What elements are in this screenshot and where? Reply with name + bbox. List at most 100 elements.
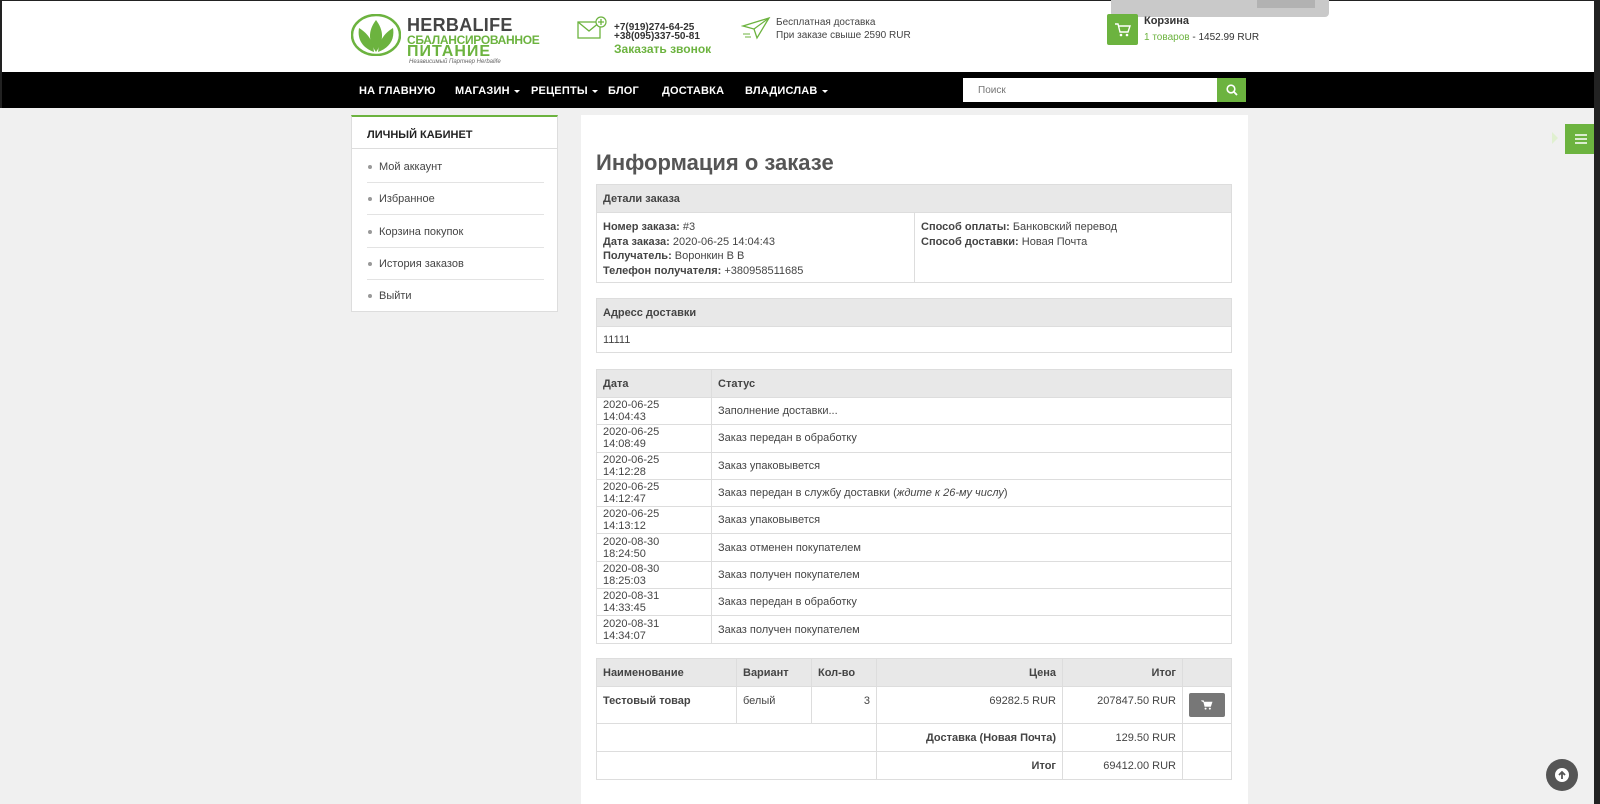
bullet-icon — [368, 197, 372, 201]
order-details-table: Детали заказа Номер заказа: #3 Дата зака… — [596, 184, 1232, 283]
sidebar-item-favorites[interactable]: Избранное — [367, 183, 544, 215]
payment-method: Способ оплаты: Банковский перевод — [921, 221, 1117, 233]
caret-down-icon — [591, 89, 598, 93]
caret-down-icon — [513, 89, 520, 93]
status-history-table: Дата Статус 2020-06-25 14:04:43 Заполнени… — [596, 369, 1232, 644]
table-row: 2020-06-25 14:12:28 Заказ упаковывется — [596, 451, 1232, 480]
table-row: 2020-08-30 18:24:50 Заказ отменен покупат… — [596, 533, 1232, 562]
empty-cell — [596, 751, 877, 780]
delivery-address-table: Адресс доставки 11111 — [596, 298, 1232, 353]
callback-link[interactable]: Заказать звонок — [614, 42, 711, 56]
order-details-left: Номер заказа: #3 Дата заказа: 2020-06-25… — [596, 212, 915, 283]
side-panel-toggle[interactable] — [1565, 124, 1596, 154]
envelope-icon — [577, 16, 607, 39]
bullet-icon — [368, 165, 372, 169]
paper-plane-icon — [741, 16, 771, 40]
table-row: 2020-08-31 14:33:45 Заказ передан в обраб… — [596, 588, 1232, 617]
products-col-qty: Кол-во — [811, 658, 877, 687]
cart-icon — [1201, 700, 1213, 710]
history-date: 2020-06-25 14:12:28 — [596, 451, 712, 480]
sidebar-divider — [352, 148, 557, 149]
delivery-address-value: 11111 — [596, 326, 1232, 353]
account-sidebar: ЛИЧНЫЙ КАБИНЕТ Мой аккаунт Избранное Кор… — [351, 115, 558, 312]
order-products-table: Наименование Вариант Кол-во Цена Итог Те… — [596, 658, 1232, 780]
nav-shop[interactable]: МАГАЗИН — [455, 85, 520, 97]
product-action-cell — [1182, 686, 1232, 724]
history-status: Заказ передан в службу доставки (ждите к… — [711, 478, 1232, 508]
history-status: Заказ передан в обработку — [711, 588, 1232, 617]
cart-popup-button[interactable] — [1257, 0, 1315, 8]
site-logo[interactable]: HERBALIFE СБАЛАНСИРОВАННОЕ ПИТАНИЕ Незав… — [351, 14, 540, 65]
bullet-icon — [368, 230, 372, 234]
panel-arrow-icon — [1552, 132, 1558, 144]
search-input[interactable] — [963, 78, 1217, 102]
history-date: 2020-06-25 14:04:43 — [596, 396, 712, 426]
page-scrollbar[interactable] — [1594, 0, 1600, 804]
sidebar-item-account[interactable]: Мой аккаунт — [367, 151, 544, 183]
cart-title[interactable]: Корзина — [1144, 15, 1189, 27]
logo-text-tagline: Независимый Партнер Herbalife — [409, 59, 501, 65]
delivery-address-header: Адресс доставки — [596, 298, 1232, 327]
history-status: Заказ упаковывется — [711, 451, 1232, 480]
product-name[interactable]: Тестовый товар — [596, 686, 737, 724]
table-row: 2020-06-25 14:13:12 Заказ упаковывется — [596, 506, 1232, 535]
caret-down-icon — [821, 89, 828, 93]
bullet-icon — [368, 294, 372, 298]
product-price: 69282.5 RUR — [876, 686, 1063, 724]
empty-cell — [596, 723, 877, 752]
table-row: 2020-08-30 18:25:03 Заказ получен покупат… — [596, 560, 1232, 590]
nav-recipes[interactable]: РЕЦЕПТЫ — [531, 85, 598, 97]
nav-delivery[interactable]: ДОСТАВКА — [662, 85, 724, 97]
history-status: Заполнение доставки... — [711, 396, 1232, 426]
nav-home[interactable]: НА ГЛАВНУЮ — [359, 85, 436, 97]
leaf-logo-icon — [351, 14, 401, 56]
history-date: 2020-08-31 14:34:07 — [596, 615, 712, 644]
history-col-status: Статус — [711, 369, 1232, 398]
history-date: 2020-08-30 18:25:03 — [596, 560, 712, 590]
nav-shop-label: МАГАЗИН — [455, 85, 510, 97]
sidebar-item-cart[interactable]: Корзина покупок — [367, 216, 544, 248]
products-col-variant: Вариант — [736, 658, 812, 687]
history-status: Заказ отменен покупателем — [711, 533, 1232, 562]
search-button[interactable] — [1217, 78, 1246, 102]
order-date: Дата заказа: 2020-06-25 14:04:43 — [603, 235, 776, 248]
cart-button[interactable] — [1107, 14, 1138, 45]
table-row: 2020-06-25 14:12:47 Заказ передан в служб… — [596, 478, 1232, 508]
products-col-price: Цена — [876, 658, 1063, 687]
history-status: Заказ получен покупателем — [711, 615, 1232, 644]
table-row: 2020-06-25 14:04:43 Заполнение доставки..… — [596, 396, 1232, 426]
products-col-total: Итог — [1062, 658, 1183, 687]
history-date: 2020-06-25 14:13:12 — [596, 506, 712, 535]
shipping-method: Способ доставки: Новая Почта — [921, 235, 1088, 248]
delivery-cost-label: Доставка (Новая Почта) — [876, 723, 1063, 752]
sidebar-item-label: Корзина покупок — [379, 226, 464, 238]
delivery-cost-value: 129.50 RUR — [1062, 723, 1183, 752]
phone-number-2[interactable]: +38(095)337-50-81 — [614, 31, 700, 42]
nav-user-menu[interactable]: ВЛАДИСЛАВ — [745, 85, 828, 97]
nav-user-label: ВЛАДИСЛАВ — [745, 85, 818, 97]
history-date: 2020-08-30 18:24:50 — [596, 533, 712, 562]
product-qty: 3 — [811, 686, 877, 724]
history-date: 2020-06-25 14:08:49 — [596, 424, 712, 453]
cart-total: - 1452.99 RUR — [1189, 32, 1260, 43]
history-date: 2020-08-31 14:33:45 — [596, 588, 712, 617]
cart-summary[interactable]: 1 товаров - 1452.99 RUR — [1144, 32, 1259, 43]
sidebar-item-logout[interactable]: Выйти — [367, 280, 544, 312]
table-row: Тестовый товар белый 3 69282.5 RUR 20784… — [596, 686, 1232, 724]
history-status: Заказ передан в обработку — [711, 424, 1232, 453]
reorder-button[interactable] — [1189, 693, 1225, 717]
cart-count[interactable]: 1 товаров — [1144, 32, 1190, 43]
products-col-name: Наименование — [596, 658, 737, 687]
page-title: Информация о заказе — [596, 150, 834, 175]
sidebar-item-order-history[interactable]: История заказов — [367, 248, 544, 280]
sidebar-item-label: Избранное — [379, 193, 435, 205]
nav-blog[interactable]: БЛОГ — [608, 85, 639, 97]
scroll-to-top-button[interactable] — [1546, 759, 1578, 791]
history-status: Заказ упаковывется — [711, 506, 1232, 535]
grand-total-value: 69412.00 RUR — [1062, 751, 1183, 780]
sidebar-item-label: Выйти — [379, 290, 412, 302]
order-details-right: Способ оплаты: Банковский перевод Способ… — [914, 212, 1232, 283]
sidebar-item-label: История заказов — [379, 258, 464, 270]
menu-icon — [1574, 134, 1587, 144]
order-number: Номер заказа: #3 — [603, 221, 696, 233]
